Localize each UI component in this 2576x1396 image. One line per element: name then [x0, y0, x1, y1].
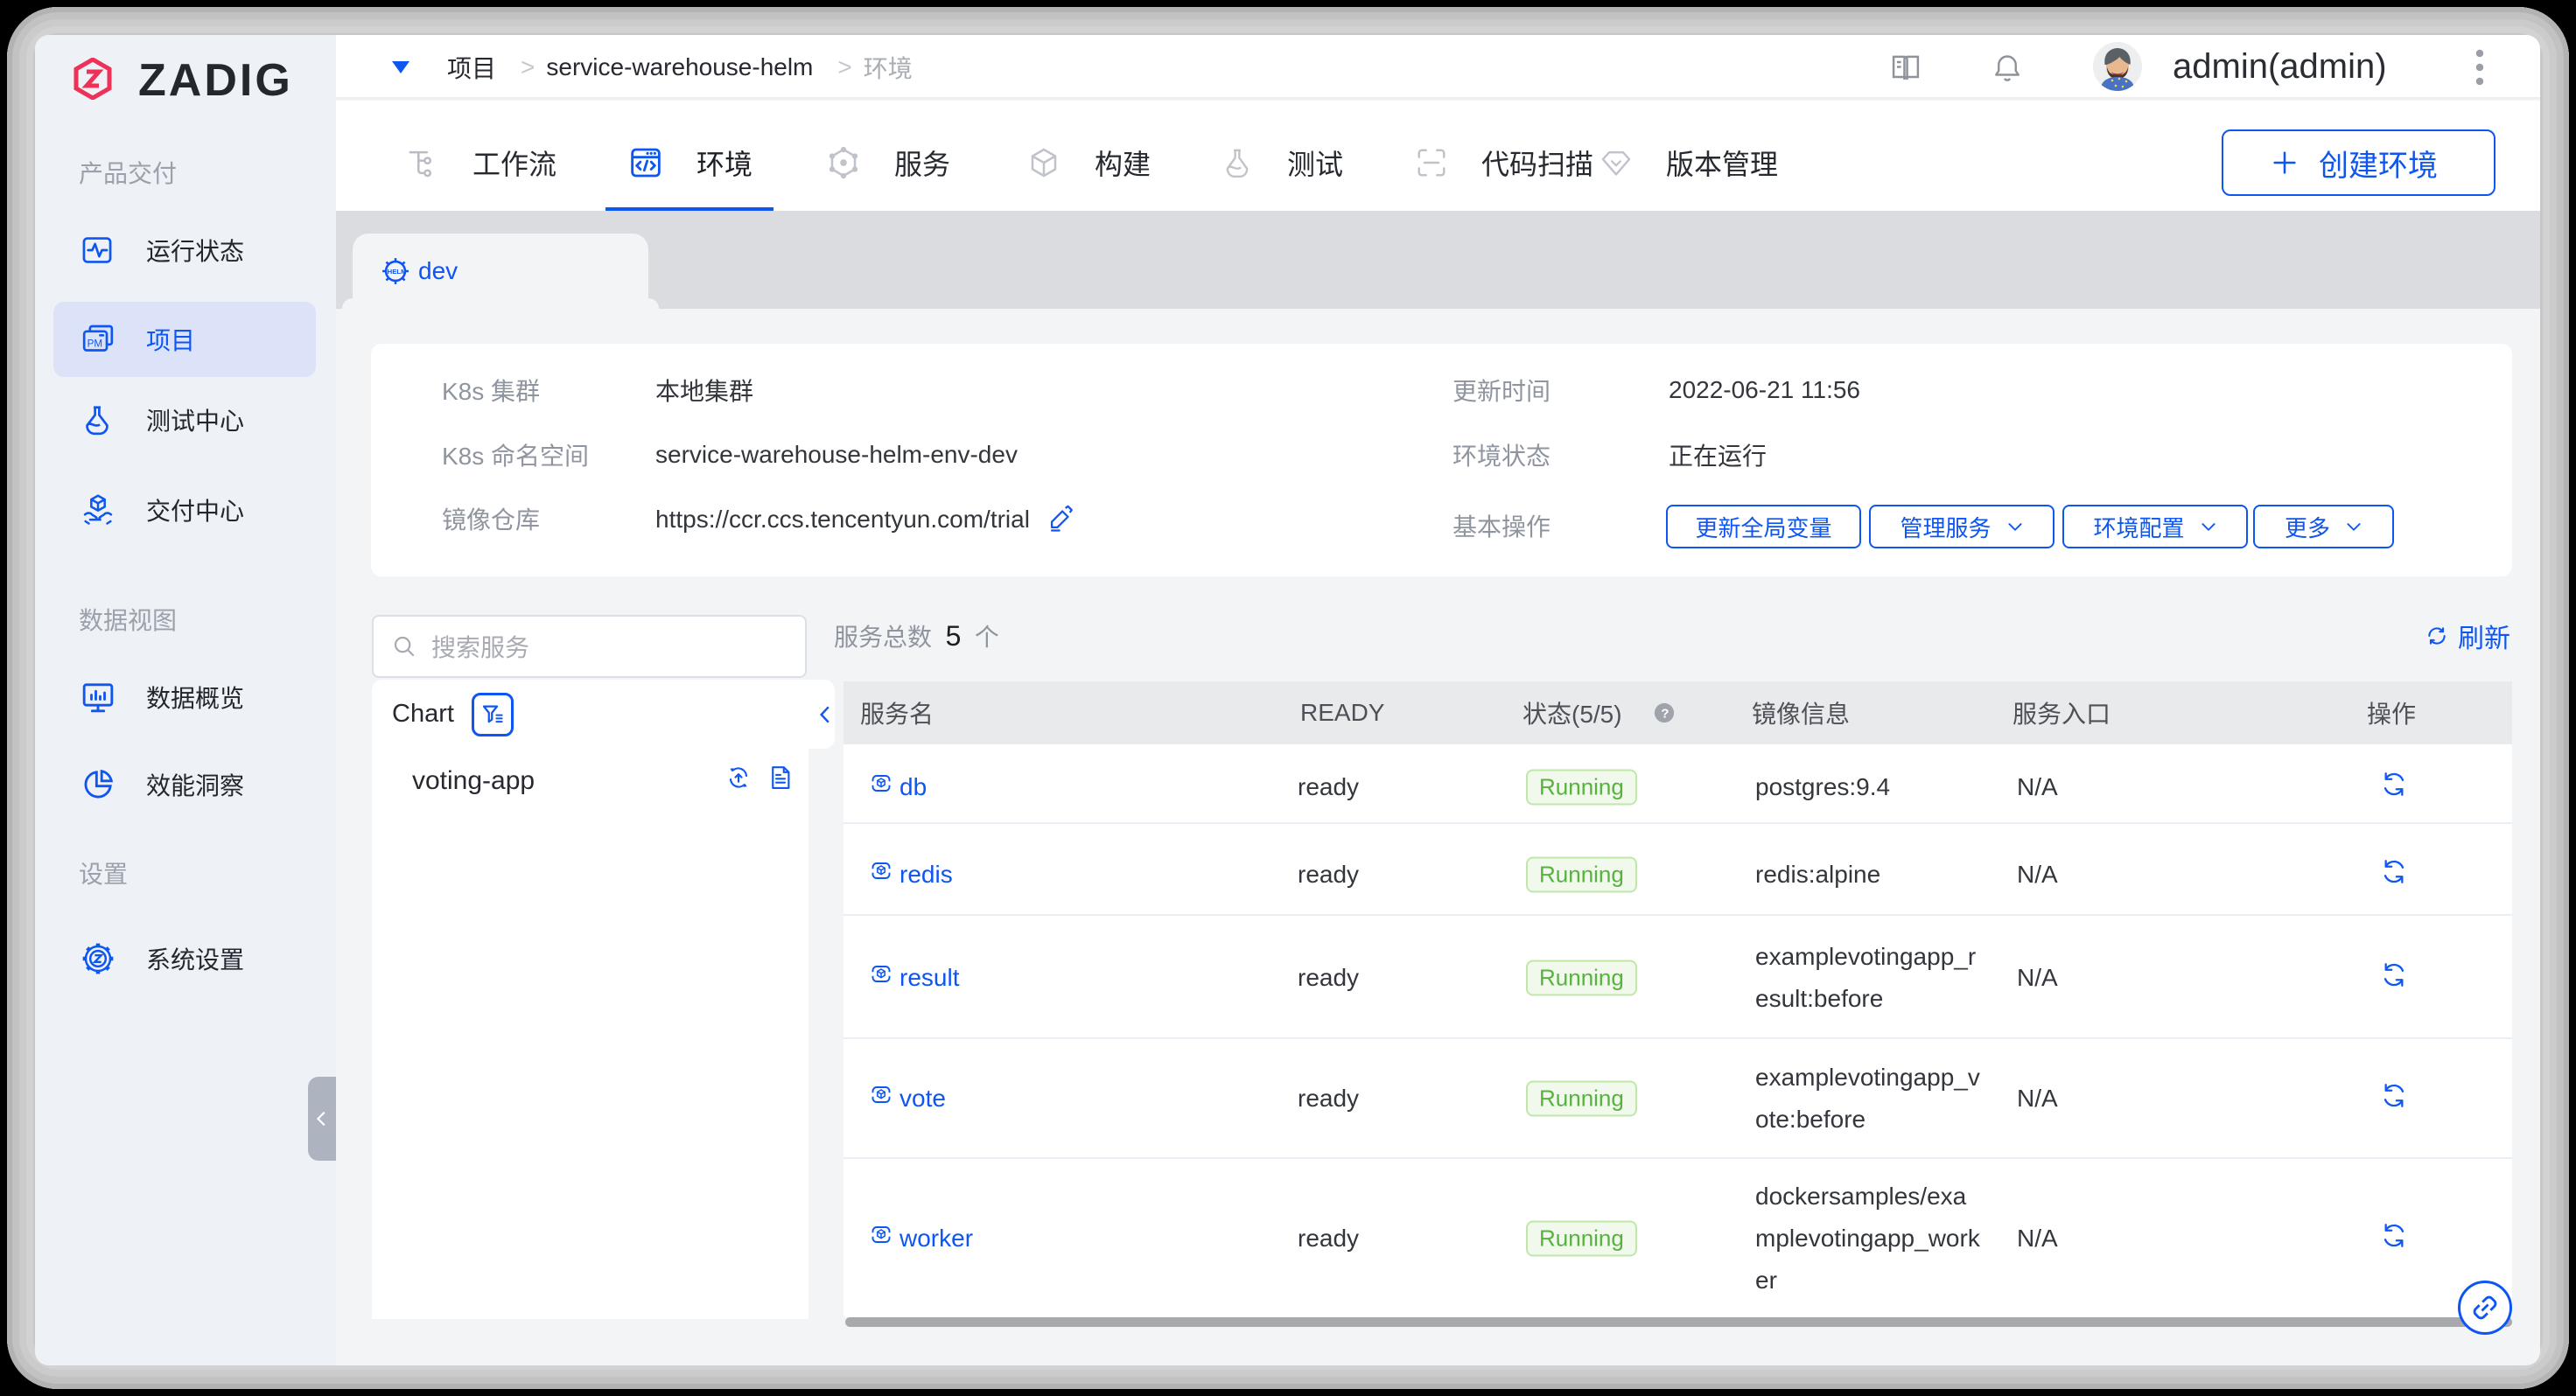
svg-text:?: ? [1661, 707, 1669, 722]
svg-text:HELM: HELM [388, 268, 407, 276]
